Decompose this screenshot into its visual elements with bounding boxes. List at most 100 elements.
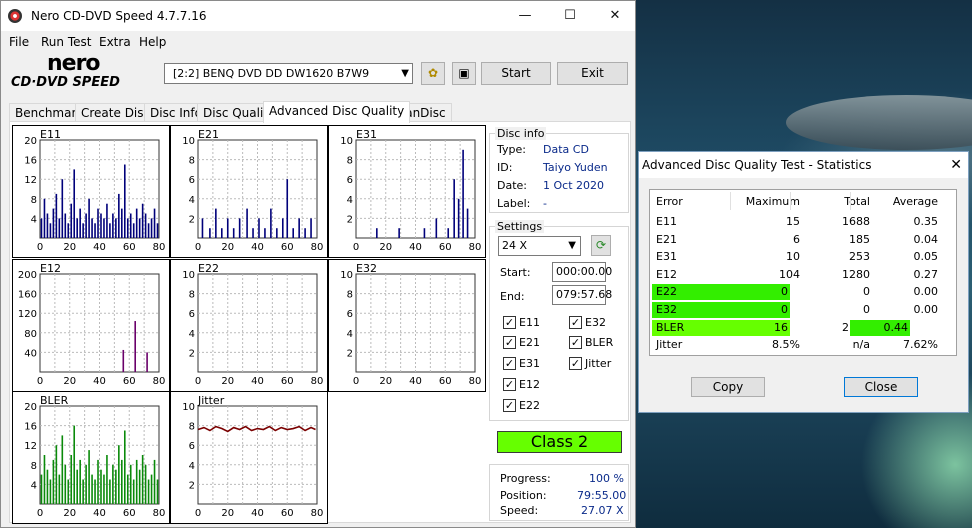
chart-jitter: 2 4 6 8 10 0 20 40 60 80 Jitter (170, 391, 328, 524)
y-tick-label: 10 (340, 270, 353, 281)
bar (398, 228, 400, 238)
x-tick-label: 60 (123, 508, 136, 519)
statistics-cell: BLER (652, 319, 732, 336)
bar (115, 218, 117, 238)
checkbox-e22[interactable]: ✓ (503, 399, 516, 412)
start-button[interactable]: Start (481, 62, 551, 85)
bar (88, 198, 90, 238)
checkbox-e12-label: E12 (519, 378, 540, 391)
checkbox-e11[interactable]: ✓ (503, 316, 516, 329)
copy-button[interactable]: Copy (691, 377, 765, 397)
menu-help[interactable]: Help (139, 35, 166, 49)
y-tick-label: 6 (189, 441, 195, 452)
menu-run-test[interactable]: Run Test (41, 35, 91, 49)
exit-button[interactable]: Exit (557, 62, 628, 85)
bar (118, 193, 120, 238)
refresh-speed-button[interactable]: ⟳ (591, 235, 611, 256)
menu-file[interactable]: File (9, 35, 29, 49)
bar (462, 149, 464, 238)
checkbox-e31-label: E31 (519, 357, 540, 370)
y-tick-label: 4 (189, 461, 195, 472)
bar (115, 469, 117, 504)
bar (122, 349, 125, 372)
statistics-cell: 185 (849, 232, 870, 246)
bar (109, 479, 111, 504)
refresh-icon: ⟳ (595, 238, 607, 252)
app-icon (8, 9, 22, 23)
y-tick-label: 2 (189, 480, 195, 491)
statistics-cell: E32 (652, 302, 732, 318)
bar (132, 479, 135, 504)
y-tick-label: 10 (182, 136, 195, 147)
statistics-header-average: Average (892, 195, 938, 208)
x-tick-label: 20 (221, 508, 234, 519)
bar (123, 164, 126, 238)
checkbox-bler[interactable]: ✓ (569, 336, 582, 349)
statistics-close-button[interactable]: Close (844, 377, 918, 397)
x-tick-label: 60 (281, 508, 294, 519)
checkbox-e21[interactable]: ✓ (503, 336, 516, 349)
chart-e22: 2 4 6 8 10 0 20 40 60 80 E22 (170, 259, 328, 392)
checkbox-jitter[interactable]: ✓ (569, 357, 582, 370)
statistics-cell: 0 (863, 285, 870, 299)
bar (94, 223, 96, 238)
x-tick-label: 20 (63, 508, 76, 519)
checkbox-e32[interactable]: ✓ (569, 316, 582, 329)
chart-svg: 2 4 6 8 10 0 20 40 60 80 (340, 270, 481, 387)
chart-e32: 2 4 6 8 10 0 20 40 60 80 E32 (328, 259, 486, 392)
speed-select[interactable]: 24 X ▼ (498, 236, 581, 256)
bar (209, 228, 211, 238)
speed-value: 27.07 X (581, 504, 624, 517)
y-tick-label: 8 (347, 290, 353, 301)
bar (156, 479, 159, 504)
statistics-dialog: Advanced Disc Quality Test - Statistics ✕… (638, 151, 969, 413)
nero-logo: nero CD·DVD SPEED (11, 51, 161, 93)
checkbox-e31[interactable]: ✓ (503, 357, 516, 370)
tab-advanced-disc-quality[interactable]: Advanced Disc Quality (263, 101, 411, 123)
statistics-header-error: Error (656, 195, 683, 208)
x-tick-label: 20 (63, 242, 76, 253)
chart-e21: 2 4 6 8 10 0 20 40 60 80 E21 (170, 125, 328, 258)
y-tick-label: 16 (24, 422, 37, 433)
bar (79, 208, 81, 238)
chart-title: E21 (198, 128, 219, 141)
checkbox-e12[interactable]: ✓ (503, 378, 516, 391)
y-tick-label: 6 (347, 309, 353, 320)
save-button[interactable]: ▣ (452, 62, 476, 85)
x-tick-label: 0 (195, 376, 201, 387)
bar (103, 218, 105, 238)
start-time-input[interactable]: 000:00.00 (552, 262, 612, 282)
bar (55, 445, 58, 504)
maximize-button[interactable]: ☐ (548, 5, 592, 27)
y-tick-label: 6 (189, 309, 195, 320)
statistics-cell: 1280 (842, 267, 870, 281)
title-bar: Nero CD-DVD Speed 4.7.7.16 — ☐ ✕ (1, 1, 635, 31)
end-time-input[interactable]: 079:57.68 (552, 285, 612, 305)
chart-e12: 40 80 120 160 200 0 20 40 60 80 E12 (12, 259, 170, 392)
statistics-close-icon[interactable]: ✕ (950, 152, 962, 178)
close-button[interactable]: ✕ (593, 5, 637, 27)
minimize-button[interactable]: — (503, 5, 547, 27)
menu-extra[interactable]: Extra (99, 35, 131, 49)
chart-title: E12 (40, 262, 61, 275)
bar (76, 218, 78, 238)
date-value: 1 Oct 2020 (543, 179, 605, 192)
y-tick-label: 12 (24, 175, 37, 186)
bar (150, 218, 153, 238)
bar (466, 208, 469, 238)
bar (64, 464, 67, 504)
bar (201, 218, 204, 238)
y-tick-label: 8 (189, 290, 195, 301)
y-tick-label: 2 (347, 348, 353, 359)
statistics-cell: 104 (779, 267, 800, 281)
drive-select[interactable]: [2:2] BENQ DVD DD DW1620 B7W9 ▼ (164, 63, 413, 84)
drive-info-button[interactable]: ✿ (421, 62, 445, 85)
bar (129, 464, 132, 504)
statistics-cell: 0.35 (913, 215, 939, 228)
y-tick-label: 4 (189, 329, 195, 340)
bar (112, 464, 114, 504)
progress-label: Progress: (500, 472, 551, 485)
statistics-cell: 16 (730, 319, 790, 336)
bar (109, 223, 111, 238)
chart-title: E22 (198, 262, 219, 275)
